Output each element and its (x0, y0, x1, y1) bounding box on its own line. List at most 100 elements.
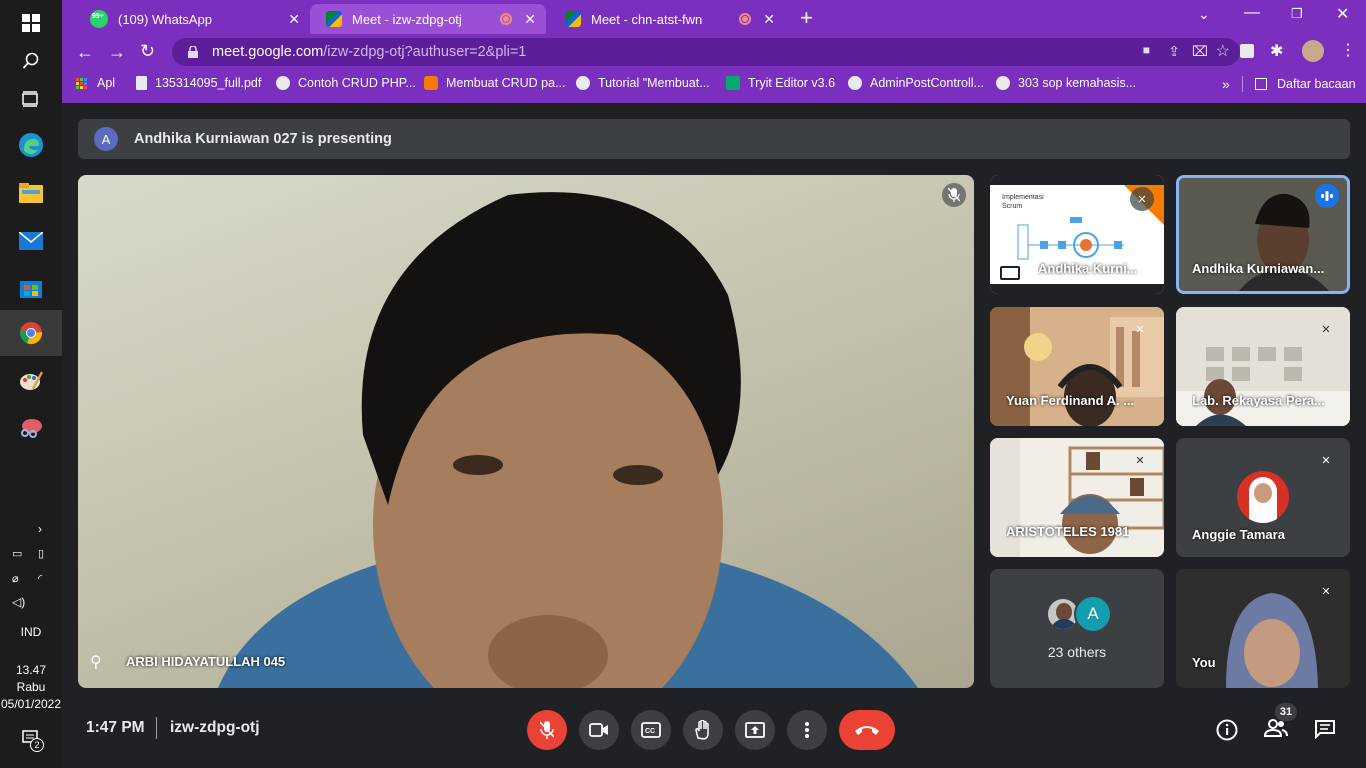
tab-meet-izw[interactable]: Meet - izw-zdpg-otj ✕ (310, 4, 546, 34)
volume-icon[interactable]: ◁) (12, 595, 25, 609)
more-bookmarks-icon[interactable]: » (1222, 76, 1230, 92)
minimize-button[interactable]: — (1244, 4, 1260, 22)
reload-button[interactable]: ↻ (140, 41, 155, 62)
bookmark-membuat-crud[interactable]: Membuat CRUD pa... (424, 76, 565, 90)
restore-button[interactable]: ❐ (1291, 6, 1303, 22)
presenter-avatar: A (94, 127, 118, 151)
bookmark-tryit[interactable]: Tryit Editor v3.6 (726, 76, 835, 90)
raise-hand-button[interactable] (683, 710, 723, 750)
clock-day[interactable]: Rabu (0, 680, 62, 694)
tab-meet-chn[interactable]: Meet - chn-atst-fwn ✕ (549, 4, 785, 34)
slide-title: Implementasi Scrum (1002, 194, 1044, 210)
tile-participant[interactable]: ✕ Anggie Tamara (1176, 438, 1350, 557)
new-tab-button[interactable]: + (800, 5, 813, 31)
globe-icon (848, 76, 862, 90)
tile-name: You (1192, 655, 1216, 670)
phone-icon[interactable]: ▯ (38, 547, 44, 560)
edge-icon[interactable] (0, 122, 62, 168)
windows-taskbar: › ▭ ▯ ⌀ ◜ ◁) IND 13.47 Rabu 05/01/2022 2 (0, 0, 62, 768)
bookmark-star-icon[interactable]: ☆ (1216, 41, 1230, 61)
mic-off-icon: ✕ (1321, 454, 1331, 467)
main-participant-name: ARBI HIDAYATULLAH 045 (126, 654, 286, 669)
share-icon[interactable]: ⇪ (1168, 43, 1180, 60)
snipping-tool-icon[interactable] (0, 404, 62, 450)
meeting-controls: 1:47 PM izw-zdpg-otj CC 31 (62, 699, 1366, 765)
others-count: 23 others (1047, 644, 1107, 660)
mic-off-icon: ✕ (1130, 187, 1154, 211)
address-bar[interactable]: meet.google.com/izw-zdpg-otj?authuser=2&… (172, 38, 1240, 66)
back-button[interactable]: ← (76, 42, 94, 63)
tile-others[interactable]: A 23 others (990, 569, 1164, 688)
bookmark-sop[interactable]: 303 sop kemahasis... (996, 76, 1136, 90)
tab-whatsapp[interactable]: 99+ (109) WhatsApp ✕ (74, 4, 310, 34)
tab-search-icon[interactable]: ⌄ (1198, 6, 1210, 23)
extension-icon[interactable] (1240, 44, 1254, 58)
apps-grid-icon (76, 77, 87, 89)
tile-presentation[interactable]: Implementasi Scrum ✕ Andhika Kurni... (990, 175, 1164, 294)
tile-participant[interactable]: ✕ ARISTOTELES 1981 (990, 438, 1164, 557)
people-icon (1263, 719, 1288, 737)
pin-icon[interactable]: ⚲ (90, 652, 102, 672)
globe-icon (576, 76, 590, 90)
captions-button[interactable]: CC (631, 710, 671, 750)
window-close-button[interactable]: ✕ (1336, 4, 1349, 24)
tab-title: Meet - izw-zdpg-otj (352, 11, 462, 27)
tile-participant[interactable]: ✕ Yuan Ferdinand A. ... (990, 307, 1164, 426)
mic-toggle-button[interactable] (527, 710, 567, 750)
bookmark-pdf[interactable]: 135314095_full.pdf (136, 76, 261, 90)
task-view-icon[interactable] (0, 76, 62, 122)
meet-icon (326, 11, 342, 27)
show-hidden-icons-icon[interactable]: › (38, 522, 42, 536)
network-off-icon[interactable]: ⌀ (12, 572, 19, 585)
language-indicator[interactable]: IND (0, 625, 62, 639)
people-button[interactable]: 31 (1263, 703, 1297, 742)
tile-name: Yuan Ferdinand A. ... (1006, 393, 1135, 408)
camera-toggle-button[interactable] (579, 710, 619, 750)
battery-icon[interactable]: ▭ (12, 547, 22, 560)
present-now-button[interactable] (735, 710, 775, 750)
mic-off-icon: ✕ (1321, 585, 1331, 598)
presenter-banner-text: Andhika Kurniawan 027 is presenting (134, 131, 392, 147)
bookmark-apps[interactable]: Apl (76, 76, 115, 90)
chat-button[interactable] (1314, 719, 1336, 744)
close-icon[interactable]: ✕ (288, 11, 300, 28)
tile-self[interactable]: ✕ You (1176, 569, 1350, 688)
participant-video-frame (218, 192, 918, 688)
store-icon[interactable] (0, 264, 62, 310)
paint-icon[interactable] (0, 358, 62, 404)
file-explorer-icon[interactable] (0, 170, 62, 216)
reading-list[interactable]: Daftar bacaan (1242, 76, 1356, 92)
clock-time[interactable]: 13.47 (0, 663, 62, 677)
tile-participant[interactable]: ✕ Lab. Rekayasa Pera... (1176, 307, 1350, 426)
clock-date[interactable]: 05/01/2022 (0, 697, 62, 711)
translate-icon[interactable]: ⌧ (1192, 43, 1208, 60)
close-icon[interactable]: ✕ (524, 11, 536, 28)
more-options-button[interactable] (787, 710, 827, 750)
captions-icon: CC (641, 722, 661, 738)
tab-title: (109) WhatsApp (118, 11, 212, 27)
info-icon (1216, 719, 1238, 741)
lock-icon[interactable] (188, 46, 198, 58)
file-icon (136, 76, 147, 90)
tile-active-speaker[interactable]: Andhika Kurniawan... (1176, 175, 1350, 294)
meeting-code[interactable]: izw-zdpg-otj (170, 719, 260, 737)
close-icon[interactable]: ✕ (763, 11, 775, 28)
camera-icon[interactable]: ■ (1143, 43, 1150, 57)
menu-icon[interactable]: ⋮ (1340, 40, 1356, 60)
main-video[interactable]: ⚲ ARBI HIDAYATULLAH 045 (78, 175, 974, 688)
leave-call-button[interactable] (839, 710, 895, 750)
extensions-puzzle-icon[interactable]: ✱ (1270, 41, 1283, 61)
profile-avatar[interactable] (1302, 40, 1324, 62)
recording-icon (739, 13, 751, 25)
mic-off-icon: ✕ (1321, 323, 1331, 336)
videocam-icon (589, 723, 608, 737)
chrome-icon[interactable] (0, 310, 62, 356)
bookmark-crud-php[interactable]: Contoh CRUD PHP... (276, 76, 416, 90)
meeting-details-button[interactable] (1216, 719, 1238, 746)
forward-button[interactable]: → (108, 42, 126, 63)
notifications-icon[interactable]: 2 (22, 730, 44, 753)
bookmark-tutorial[interactable]: Tutorial "Membuat... (576, 76, 710, 90)
bookmark-adminpost[interactable]: AdminPostControll... (848, 76, 984, 90)
wifi-icon[interactable]: ◜ (38, 572, 42, 585)
mail-icon[interactable] (0, 218, 62, 264)
